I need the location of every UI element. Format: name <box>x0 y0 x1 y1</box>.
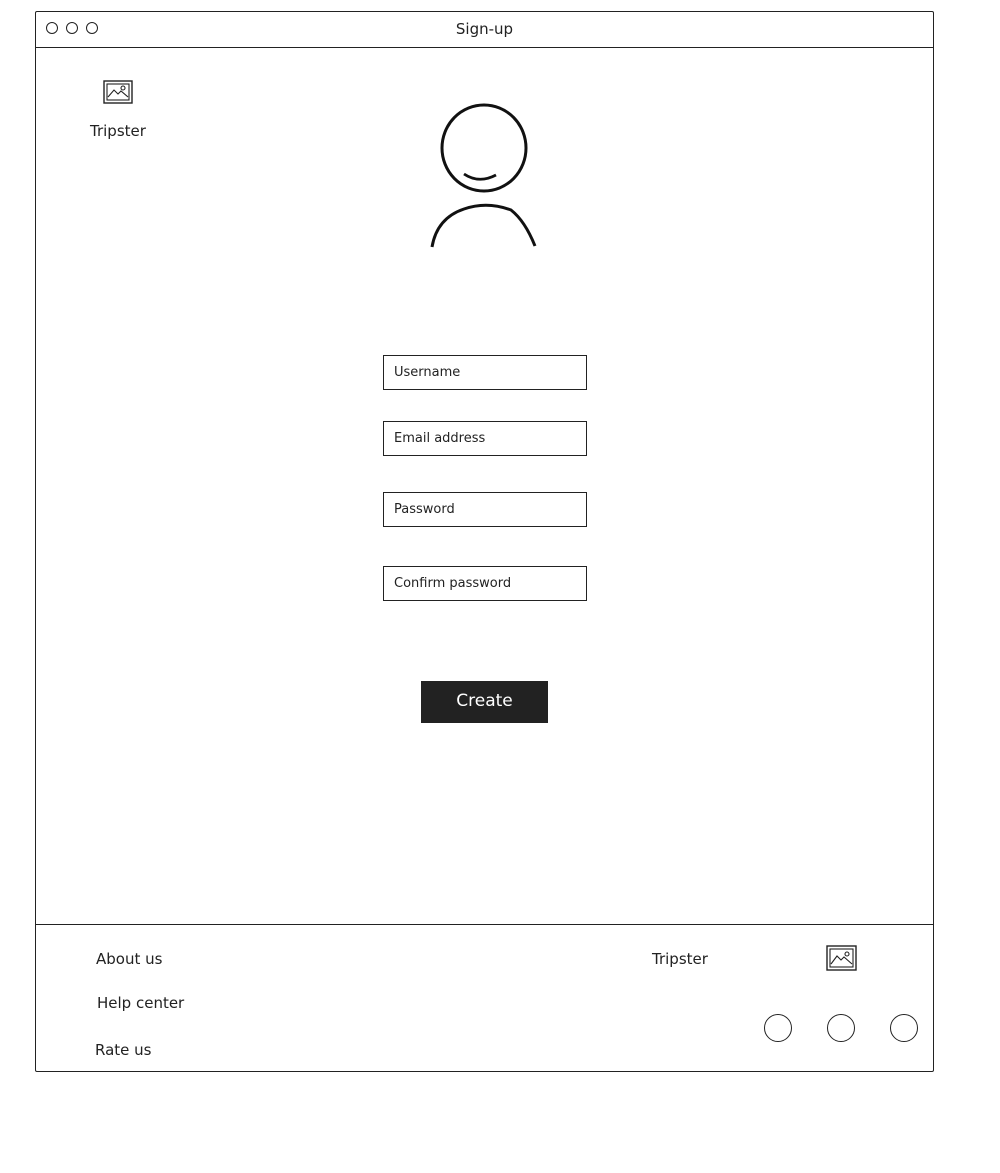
username-input[interactable] <box>384 356 586 389</box>
password-field[interactable] <box>383 492 587 527</box>
about-us-link[interactable]: About us <box>96 950 162 968</box>
rate-us-link[interactable]: Rate us <box>95 1041 151 1059</box>
title-bar: Sign-up <box>36 12 933 48</box>
confirm-password-field[interactable] <box>383 566 587 601</box>
brand-name[interactable]: Tripster <box>90 122 146 140</box>
footer: About us Help center Rate us Tripster <box>36 924 933 1071</box>
create-button[interactable]: Create <box>421 681 548 723</box>
browser-window: Sign-up Tripster Create About us Help ce… <box>35 11 934 1072</box>
user-avatar-icon[interactable] <box>429 100 539 250</box>
window-title: Sign-up <box>455 20 514 38</box>
social-circle-icon[interactable] <box>764 1014 792 1042</box>
email-input[interactable] <box>384 422 586 455</box>
help-center-link[interactable]: Help center <box>97 994 184 1012</box>
password-input[interactable] <box>384 493 586 526</box>
confirm-password-input[interactable] <box>384 567 586 600</box>
image-icon[interactable] <box>103 80 133 104</box>
email-field[interactable] <box>383 421 587 456</box>
social-circle-icon[interactable] <box>890 1014 918 1042</box>
footer-brand-name[interactable]: Tripster <box>652 950 708 968</box>
image-icon[interactable] <box>826 945 857 971</box>
username-field[interactable] <box>383 355 587 390</box>
social-circle-icon[interactable] <box>827 1014 855 1042</box>
